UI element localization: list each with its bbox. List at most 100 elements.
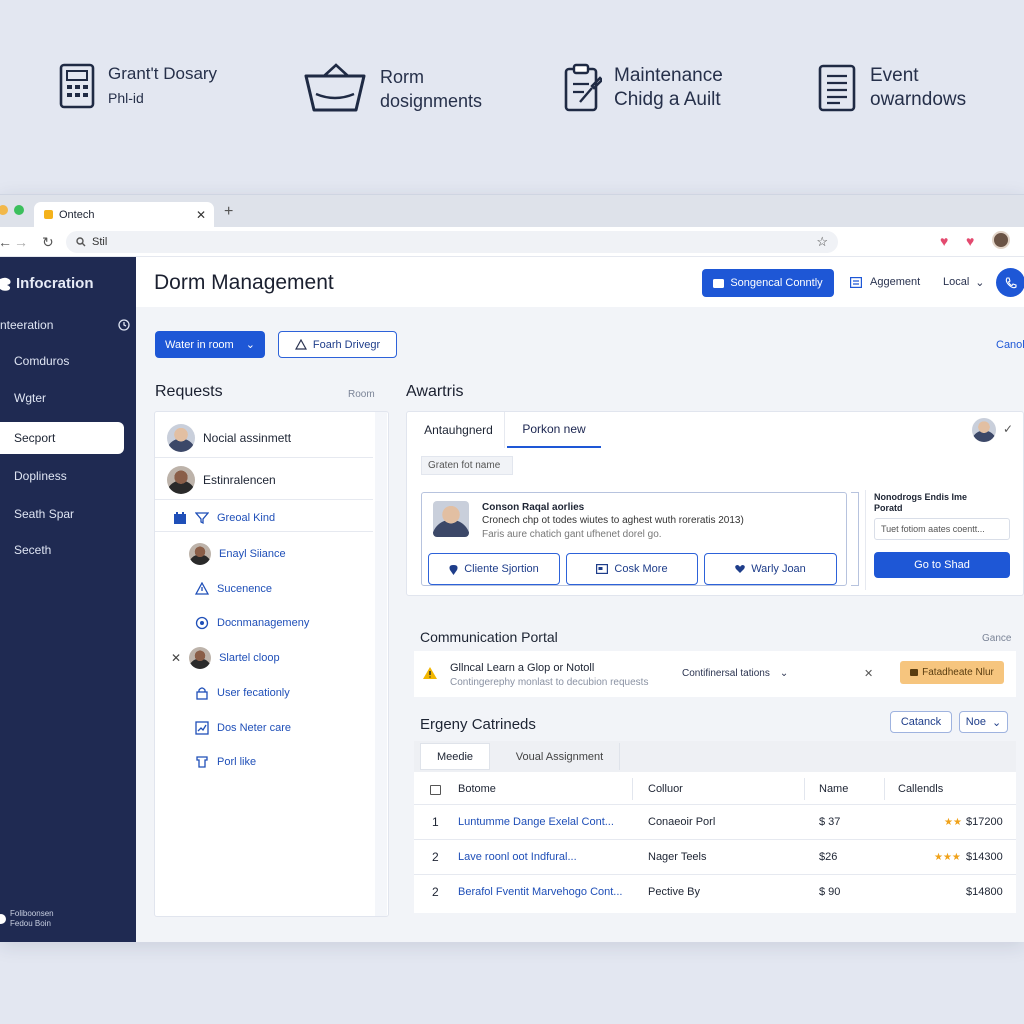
reload-icon[interactable]: ↻ xyxy=(42,234,54,251)
list-item-label: Greoal Kind xyxy=(217,511,276,524)
avatar xyxy=(189,543,211,565)
client-option-button[interactable]: Cliente Sjortion xyxy=(428,553,560,585)
filter-chip[interactable]: Graten fot name xyxy=(421,456,513,475)
table-row[interactable]: 2 Lave roonl oot Indfural... Nager Teels… xyxy=(414,839,1016,874)
list-item-label: Nocial assinmett xyxy=(203,430,292,445)
row-color: Pective By xyxy=(648,886,700,898)
award-card: Conson Raqal aorlies Cronech chp ot tode… xyxy=(421,492,847,586)
check-icon[interactable]: ✓ xyxy=(1003,422,1013,436)
row-title-link[interactable]: Luntumme Dange Exelal Cont... xyxy=(458,816,614,828)
button-label: Noe xyxy=(965,716,986,728)
side-card-input[interactable]: Tuet fotiom aates coentt... xyxy=(874,518,1010,540)
list-icon xyxy=(850,276,862,288)
category-dropdown[interactable]: Contifinersal tations ⌄ xyxy=(682,668,788,679)
window-minimize-dot[interactable] xyxy=(14,205,24,215)
list-item[interactable]: Nocial assinmett xyxy=(155,418,373,458)
feature-subtitle: owarndows xyxy=(870,89,967,110)
awards-panel: Antauhgnerd Porkon new ✓ Graten fot name… xyxy=(406,411,1024,596)
cancel-link[interactable]: Canol xyxy=(996,339,1024,351)
close-tab-icon[interactable]: ✕ xyxy=(196,208,206,222)
button-label: Catanck xyxy=(900,716,942,728)
sidebar-item-comduros[interactable]: Comduros xyxy=(0,345,124,377)
window-close-dot[interactable] xyxy=(0,205,8,215)
list-item-label: User fecationly xyxy=(217,687,290,699)
list-item[interactable]: Dos Neter care xyxy=(155,714,373,742)
sidebar-item-secport[interactable]: Secport xyxy=(0,422,124,454)
status-badge[interactable]: Fatadheate Nlur xyxy=(900,661,1004,684)
list-item[interactable]: Porl like xyxy=(155,748,373,776)
column-header[interactable]: Botome xyxy=(458,783,496,795)
scrollbar[interactable] xyxy=(375,412,387,916)
back-icon[interactable]: ← xyxy=(0,234,12,250)
tab-meedie[interactable]: Meedie xyxy=(420,743,490,770)
forward-icon[interactable]: → xyxy=(14,234,28,250)
close-icon[interactable]: ✕ xyxy=(864,667,873,680)
list-item-label: Enayl Siiance xyxy=(219,548,286,560)
heart-icon[interactable]: ♥ xyxy=(940,233,948,249)
list-item[interactable]: Docnmanagemeny xyxy=(155,609,373,637)
sidebar-item-seceth[interactable]: Seceth xyxy=(0,534,124,566)
sidebar-item-integration[interactable]: nteeration xyxy=(0,309,130,341)
tab-porkon-new[interactable]: Porkon new xyxy=(507,412,601,448)
list-item-label: Docnmanagemeny xyxy=(217,617,310,629)
card-title: Conson Raqal aorlies xyxy=(482,502,585,513)
tab-antauhgnerd[interactable]: Antauhgnerd xyxy=(413,412,505,448)
sidebar-item-label: Seceth xyxy=(14,543,52,557)
sidebar-brand: Infocration xyxy=(0,275,94,292)
primary-action-button[interactable]: Songencal Conntly xyxy=(702,269,834,297)
search-driver-button[interactable]: Foarh Drivegr xyxy=(278,331,397,358)
list-item[interactable]: Estinralencen xyxy=(155,460,373,500)
alert-subtitle: Contingerephy monlast to decubion reques… xyxy=(450,677,649,688)
list-item[interactable]: User fecationly xyxy=(155,679,373,707)
address-bar[interactable]: Stil ☆ xyxy=(66,231,838,253)
row-color: Conaeoir Porl xyxy=(648,816,716,828)
phone-button[interactable] xyxy=(996,268,1024,297)
close-icon[interactable]: ✕ xyxy=(171,651,181,665)
go-to-shad-button[interactable]: Go to Shad xyxy=(874,552,1010,578)
table-row[interactable]: 1 Luntumme Dange Exelal Cont... Conaeoir… xyxy=(414,804,1016,839)
sidebar-item-seath-spar[interactable]: Seath Spar xyxy=(0,498,124,530)
column-header[interactable]: Colluor xyxy=(648,783,683,795)
heart-icon[interactable]: ♥ xyxy=(966,233,974,249)
row-title-link[interactable]: Berafol Fventit Marvehogo Cont... xyxy=(458,886,622,898)
list-item[interactable]: ✕ Slartel cloop xyxy=(155,644,373,672)
tab-visual-assignment[interactable]: Voual Assignment xyxy=(500,743,620,770)
warly-joan-button[interactable]: Warly Joan xyxy=(704,553,837,585)
browser-tab[interactable]: Ontech ✕ xyxy=(34,202,214,227)
locale-select[interactable]: Local ⌄ xyxy=(943,276,985,289)
list-item[interactable]: Greoal Kind xyxy=(155,504,373,532)
row-value: $14300 xyxy=(966,851,1003,863)
list-item[interactable]: Sucenence xyxy=(155,575,373,603)
warning-outline-icon xyxy=(294,339,307,350)
feature-title: Maintenance xyxy=(614,65,723,86)
page-title: Dorm Management xyxy=(154,271,334,294)
select-all-checkbox[interactable] xyxy=(430,785,441,795)
side-card-title: Nonodrogs Endis Ime Poratd xyxy=(874,492,968,513)
table-row[interactable]: 2 Berafol Fventit Marvehogo Cont... Pect… xyxy=(414,874,1016,909)
bookmark-star-icon[interactable]: ☆ xyxy=(816,234,828,250)
avatar xyxy=(189,647,212,669)
filter-dropdown-button[interactable]: Water in room ⌄ xyxy=(155,331,265,358)
basket-icon xyxy=(304,63,366,112)
column-header[interactable]: Name xyxy=(819,783,848,795)
row-name: $ 37 xyxy=(819,816,841,828)
cook-more-button[interactable]: Cosk More xyxy=(566,553,698,585)
sidebar-item-label: nteeration xyxy=(0,318,54,332)
row-value: $17200 xyxy=(966,816,1003,828)
badge-label: Fatadheate Nlur xyxy=(922,667,994,678)
sidebar-item-wgter[interactable]: Wgter xyxy=(0,382,124,414)
target-icon xyxy=(195,616,209,630)
row-title-link[interactable]: Lave roonl oot Indfural... xyxy=(458,851,577,863)
profile-avatar[interactable] xyxy=(992,231,1010,249)
requests-panel: Nocial assinmett Estinralencen Greoal Ki… xyxy=(154,411,389,917)
avatar xyxy=(167,423,195,452)
noe-dropdown-button[interactable]: Noe ⌄ xyxy=(959,711,1008,733)
new-tab-icon[interactable]: + xyxy=(224,203,233,221)
list-item[interactable]: Enayl Siiance xyxy=(155,540,373,568)
column-header[interactable]: Callendls xyxy=(898,783,943,795)
agreement-link[interactable]: Aggement xyxy=(850,276,920,288)
pin-icon xyxy=(449,564,458,575)
sidebar-item-dopliness[interactable]: Dopliness xyxy=(0,460,124,492)
sidebar-item-label: Secport xyxy=(14,431,56,445)
catanck-button[interactable]: Catanck xyxy=(890,711,952,733)
